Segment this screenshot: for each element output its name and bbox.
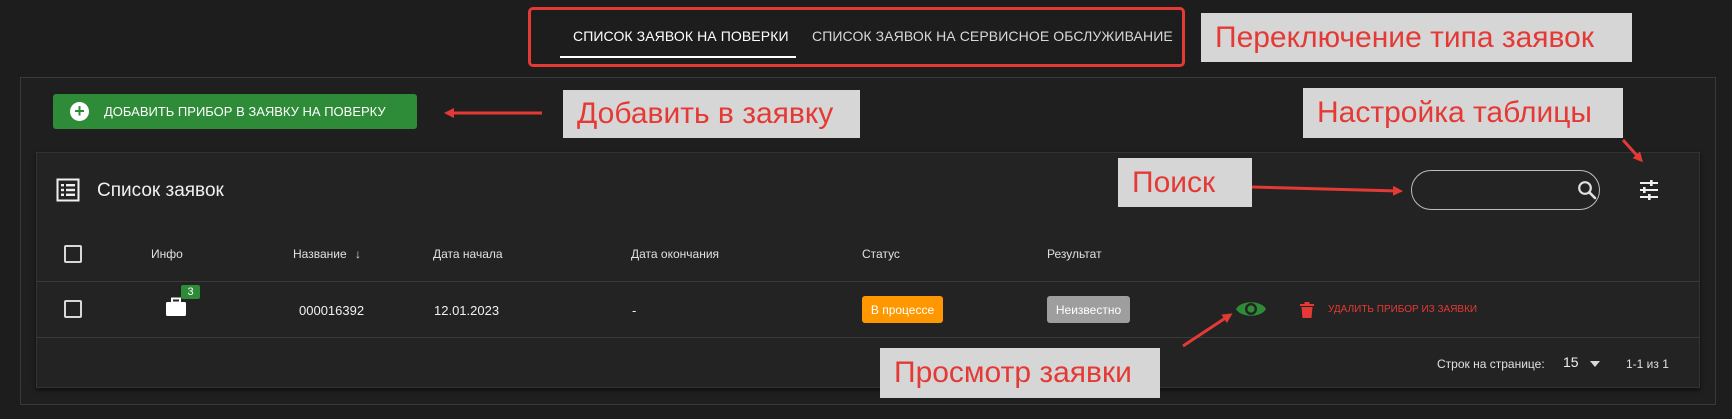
briefcase-icon[interactable] <box>165 296 187 318</box>
info-count-badge: 3 <box>181 285 200 299</box>
search-icon[interactable] <box>1577 180 1597 200</box>
cell-end-date: - <box>632 303 637 318</box>
column-header-end-date[interactable]: Дата окончания <box>631 247 719 261</box>
select-all-checkbox[interactable] <box>64 245 82 263</box>
card-title: Список заявок <box>97 180 224 201</box>
tab-service-requests[interactable]: Список заявок на сервисное обслуживание <box>812 28 1173 44</box>
column-header-name[interactable]: Название ↓ <box>293 247 361 261</box>
column-header-info: Инфо <box>151 247 183 261</box>
cell-start-date: 12.01.2023 <box>434 303 500 318</box>
sort-arrow-icon: ↓ <box>354 247 361 261</box>
plus-circle-icon: + <box>70 102 89 121</box>
active-tab-indicator <box>560 56 796 58</box>
callout-switch-type: Переключение типа заявок <box>1201 13 1632 62</box>
cell-name: 000016392 <box>299 303 365 318</box>
eye-icon[interactable] <box>1235 297 1267 321</box>
add-device-button[interactable]: + Добавить прибор в заявку на поверку <box>53 94 417 129</box>
row-divider <box>37 337 1699 338</box>
row-checkbox[interactable] <box>64 300 82 318</box>
column-header-start-date[interactable]: Дата начала <box>433 247 503 261</box>
tab-verification-requests[interactable]: Список заявок на поверки <box>573 28 789 44</box>
search-input[interactable] <box>1426 179 1556 201</box>
callout-search: Поиск <box>1118 158 1252 207</box>
list-icon <box>56 178 80 202</box>
callout-table-settings: Настройка таблицы <box>1303 88 1623 138</box>
add-device-button-label: Добавить прибор в заявку на поверку <box>104 104 386 119</box>
column-header-name-label: Название <box>293 247 347 261</box>
column-header-status[interactable]: Статус <box>862 247 900 261</box>
callout-view-request: Просмотр заявки <box>880 348 1160 398</box>
header-divider <box>37 281 1699 282</box>
table-settings-icon[interactable] <box>1638 179 1660 201</box>
rows-per-page-select[interactable]: 15 <box>1563 354 1579 370</box>
callout-add-to-request: Добавить в заявку <box>563 90 860 138</box>
page-range: 1-1 из 1 <box>1626 357 1669 371</box>
chevron-down-icon[interactable] <box>1590 361 1600 367</box>
status-badge: В процессе <box>862 296 943 323</box>
delete-device-link[interactable]: Удалить прибор из заявки <box>1328 304 1477 315</box>
trash-icon[interactable] <box>1300 302 1314 318</box>
column-header-result[interactable]: Результат <box>1047 247 1102 261</box>
rows-per-page-label: Строк на странице: <box>1437 357 1545 371</box>
result-badge: Неизвестно <box>1047 296 1130 323</box>
search-field[interactable] <box>1411 170 1600 210</box>
